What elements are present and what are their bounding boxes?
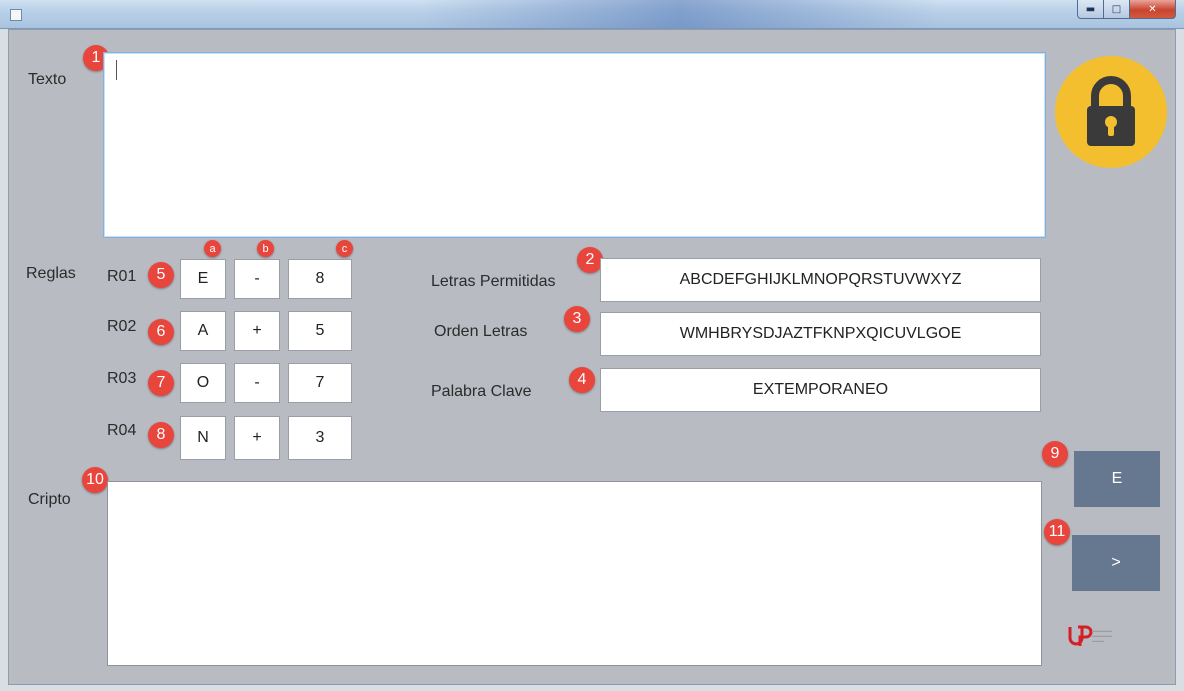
rule-3-op-input[interactable]: - bbox=[234, 363, 280, 403]
rule-1-op-input[interactable]: - bbox=[234, 259, 280, 299]
app-icon bbox=[10, 9, 22, 21]
letras-permitidas-label: Letras Permitidas bbox=[431, 273, 556, 290]
rule-3-num-input[interactable]: 7 bbox=[288, 363, 352, 403]
close-button[interactable]: ✕ bbox=[1130, 0, 1176, 19]
rule-3-letter-input[interactable]: O bbox=[180, 363, 226, 403]
badge-cripto: 10 bbox=[82, 467, 108, 493]
rule-1-letter-input[interactable]: E bbox=[180, 259, 226, 299]
column-badge-c: c bbox=[336, 240, 353, 257]
badge-rule-2: 6 bbox=[148, 319, 174, 345]
rule-label: R02 bbox=[107, 318, 137, 335]
rule-label: R04 bbox=[107, 422, 137, 439]
rule-2-num-input[interactable]: 5 bbox=[288, 311, 352, 351]
column-badge-b: b bbox=[257, 240, 274, 257]
orden-letras-label: Orden Letras bbox=[434, 323, 528, 340]
minimize-button[interactable]: ▬ bbox=[1077, 0, 1104, 19]
next-button[interactable]: > bbox=[1072, 535, 1160, 591]
window-controls: ▬ □ ✕ bbox=[1077, 0, 1176, 20]
text-caret bbox=[116, 60, 117, 80]
encrypt-button[interactable]: E bbox=[1074, 451, 1160, 507]
padlock-icon bbox=[1055, 56, 1167, 168]
logo-line: ▬▬▬ bbox=[1092, 638, 1104, 643]
padlock-svg bbox=[1087, 76, 1135, 146]
rule-1-num-input[interactable]: 8 bbox=[288, 259, 352, 299]
maximize-button[interactable]: □ bbox=[1104, 0, 1130, 19]
badge-rule-4: 8 bbox=[148, 422, 174, 448]
cripto-label: Cripto bbox=[28, 491, 71, 508]
logo-caption: ▬▬▬▬▬ ▬▬▬▬▬ ▬▬▬ bbox=[1092, 628, 1132, 643]
rule-label: R01 bbox=[107, 268, 137, 285]
column-badge-a: a bbox=[204, 240, 221, 257]
palabra-clave-label: Palabra Clave bbox=[431, 383, 532, 400]
badge-next: 11 bbox=[1044, 519, 1070, 545]
title-bar: ▬ □ ✕ bbox=[0, 0, 1184, 29]
badge-encrypt: 9 bbox=[1042, 441, 1068, 467]
texto-input[interactable] bbox=[103, 52, 1046, 238]
texto-label: Texto bbox=[28, 71, 67, 88]
cripto-output[interactable] bbox=[107, 481, 1042, 666]
orden-letras-input[interactable]: WMHBRYSDJAZTFKNPXQICUVLGOE bbox=[600, 312, 1041, 356]
rule-label: R03 bbox=[107, 370, 137, 387]
badge-rule-1: 5 bbox=[148, 262, 174, 288]
rule-4-op-input[interactable]: + bbox=[234, 416, 280, 460]
reglas-label: Reglas bbox=[26, 265, 76, 282]
rule-2-op-input[interactable]: + bbox=[234, 311, 280, 351]
badge-orden-letras: 3 bbox=[564, 306, 590, 332]
rule-4-num-input[interactable]: 3 bbox=[288, 416, 352, 460]
letras-permitidas-input[interactable]: ABCDEFGHIJKLMNOPQRSTUVWXYZ bbox=[600, 258, 1041, 302]
rule-2-letter-input[interactable]: A bbox=[180, 311, 226, 351]
rule-4-letter-input[interactable]: N bbox=[180, 416, 226, 460]
badge-palabra-clave: 4 bbox=[569, 367, 595, 393]
app-window: ▬ □ ✕ Texto 1 Reglas a b c R01 5 E - 8 R… bbox=[0, 0, 1184, 691]
title-bar-glass bbox=[420, 0, 940, 28]
badge-rule-3: 7 bbox=[148, 370, 174, 396]
palabra-clave-input[interactable]: EXTEMPORANEO bbox=[600, 368, 1041, 412]
